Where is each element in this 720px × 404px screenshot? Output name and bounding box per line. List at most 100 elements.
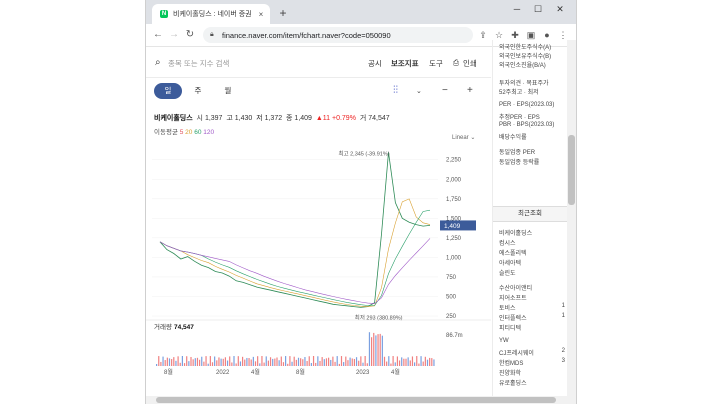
naver-favicon-icon: N [160,10,168,18]
volume-bar [304,357,306,366]
recent-item[interactable]: 한컴MDS [499,358,523,367]
volume-bar [257,356,259,366]
hscroll-thumb[interactable] [156,397,556,403]
volume-bar [349,357,351,366]
info-row-label: PER · EPS(2023.03) [499,102,555,108]
candle-type-icon[interactable]: ⫶⫶ [393,85,398,96]
volume-bar [390,363,392,366]
volume-bar [162,356,164,366]
volume-bar [168,358,171,366]
tab-close-icon[interactable]: × [256,10,266,19]
forward-icon[interactable]: → [167,28,181,42]
volume-bar [274,358,276,366]
volume-bar [248,358,250,366]
scroll-thumb[interactable] [568,135,575,205]
volume-bar [278,360,280,366]
volume-bar [345,356,347,366]
minimize-button[interactable]: ─ [509,4,525,14]
tab-weekly[interactable]: 주 [184,83,212,99]
volume-bar [330,359,332,366]
tab-daily[interactable]: 일 [154,83,182,99]
recent-item[interactable]: 에스폴리텍 [499,248,527,257]
volume-bar [263,362,265,366]
volume-bar [201,356,203,366]
print-icon[interactable]: ⎙ [453,58,459,68]
info-row-label: 동일업종 등락률 [499,160,540,166]
recent-item[interactable]: 인터플렉스 [499,313,527,322]
back-icon[interactable]: ← [151,28,165,42]
volume-bar [158,356,160,366]
moving-average-legend[interactable]: 이동평균 5 20 60 120 [154,126,214,136]
period-tabs: 일 주 월 [154,83,244,99]
link-tools[interactable]: 도구 [429,58,443,69]
volume-bar [319,360,321,366]
tab-monthly[interactable]: 월 [214,83,242,99]
price-chart[interactable]: 2505007501,0001,2501,5001,7502,0002,250최… [146,140,491,396]
address-bar[interactable]: 🔒︎ finance.naver.com/item/fchart.naver?c… [203,27,473,43]
zoom-out-icon[interactable]: − [442,85,448,96]
volume-max-label: 86.7m [446,333,463,339]
ma-20: 20 [185,129,193,136]
volume-bar [336,356,338,366]
close-window-button[interactable]: ✕ [552,4,568,15]
volume-bar [358,360,360,366]
recent-item[interactable]: 비케이홀딩스 [499,228,532,237]
maximize-button[interactable]: ☐ [530,4,546,15]
recent-item[interactable]: CJ프레시웨이 [499,348,534,357]
recent-item[interactable]: 유로홀딩스 [499,378,527,387]
search-icon[interactable]: ⌕ [155,57,161,68]
volume-bar [226,360,229,366]
link-indicators[interactable]: 보조지표 [391,58,419,69]
zoom-in-icon[interactable]: + [467,85,473,96]
new-tab-button[interactable]: + [276,6,290,20]
recent-item[interactable]: 아세아텍 [499,258,521,267]
recent-item[interactable]: 피티디텍 [499,323,521,332]
low-label: 저 [256,115,263,122]
volume-bar [368,332,371,366]
y-tick-label: 2,250 [446,158,462,164]
volume-bar [398,360,401,366]
recent-item[interactable]: YW [499,338,509,344]
ma-label: 이동평균 [154,129,178,136]
recent-item[interactable]: 슬린도 [499,268,516,277]
reload-icon[interactable]: ↻ [183,28,197,42]
volume-bar [433,359,435,366]
volume-bar [379,333,381,366]
recent-item-count: 3 [561,358,565,364]
link-disclosure[interactable]: 공시 [368,58,382,69]
recent-item[interactable]: 지어소프트 [499,293,527,302]
share-icon[interactable]: ⇪ [476,28,490,42]
chevron-down-icon[interactable]: ⌄ [416,87,422,95]
volume-bar [186,356,188,366]
recent-item[interactable]: 수산아이앤티 [499,283,532,292]
info-row-label: 외국인소진율(B/A) [499,63,546,69]
volume-bar [267,360,269,366]
browser-tab[interactable]: N 비케이홀딩스 : 네이버 증권 × [152,4,270,24]
volume-bar [171,359,173,366]
info-row-label: 52주최고 · 최저 [499,90,539,96]
volume-bar [156,364,158,366]
volume-bar [218,357,220,366]
recent-item[interactable]: 진양화학 [499,368,521,377]
volume-bar [183,363,186,366]
volume-bar [190,356,192,366]
volume-bar [371,337,373,366]
link-print[interactable]: 인쇄 [463,58,477,69]
volume-value: 74,547 [174,324,194,331]
vertical-scrollbar[interactable] [567,40,576,396]
recent-item[interactable]: 토비스 [499,303,516,312]
volume-bar [276,357,278,366]
volume-bar [214,356,216,366]
recent-item[interactable]: 컴시스 [499,238,516,247]
y-tick-label: 1,250 [446,236,462,242]
volume-bar [293,356,295,366]
lock-icon: 🔒︎ [210,31,214,38]
volume-label: 거래량 [154,322,172,331]
volume-bar [343,362,345,366]
search-input[interactable]: 종목 또는 지수 검색 [168,58,229,69]
y-tick-label: 750 [446,275,457,281]
horizontal-scrollbar[interactable] [146,396,576,404]
open-value: 1,397 [204,115,223,122]
volume-bar [351,358,353,366]
browser-window: N 비케이홀딩스 : 네이버 증권 × + ─ ☐ ✕ ← → ↻ 🔒︎ fin… [145,0,577,404]
